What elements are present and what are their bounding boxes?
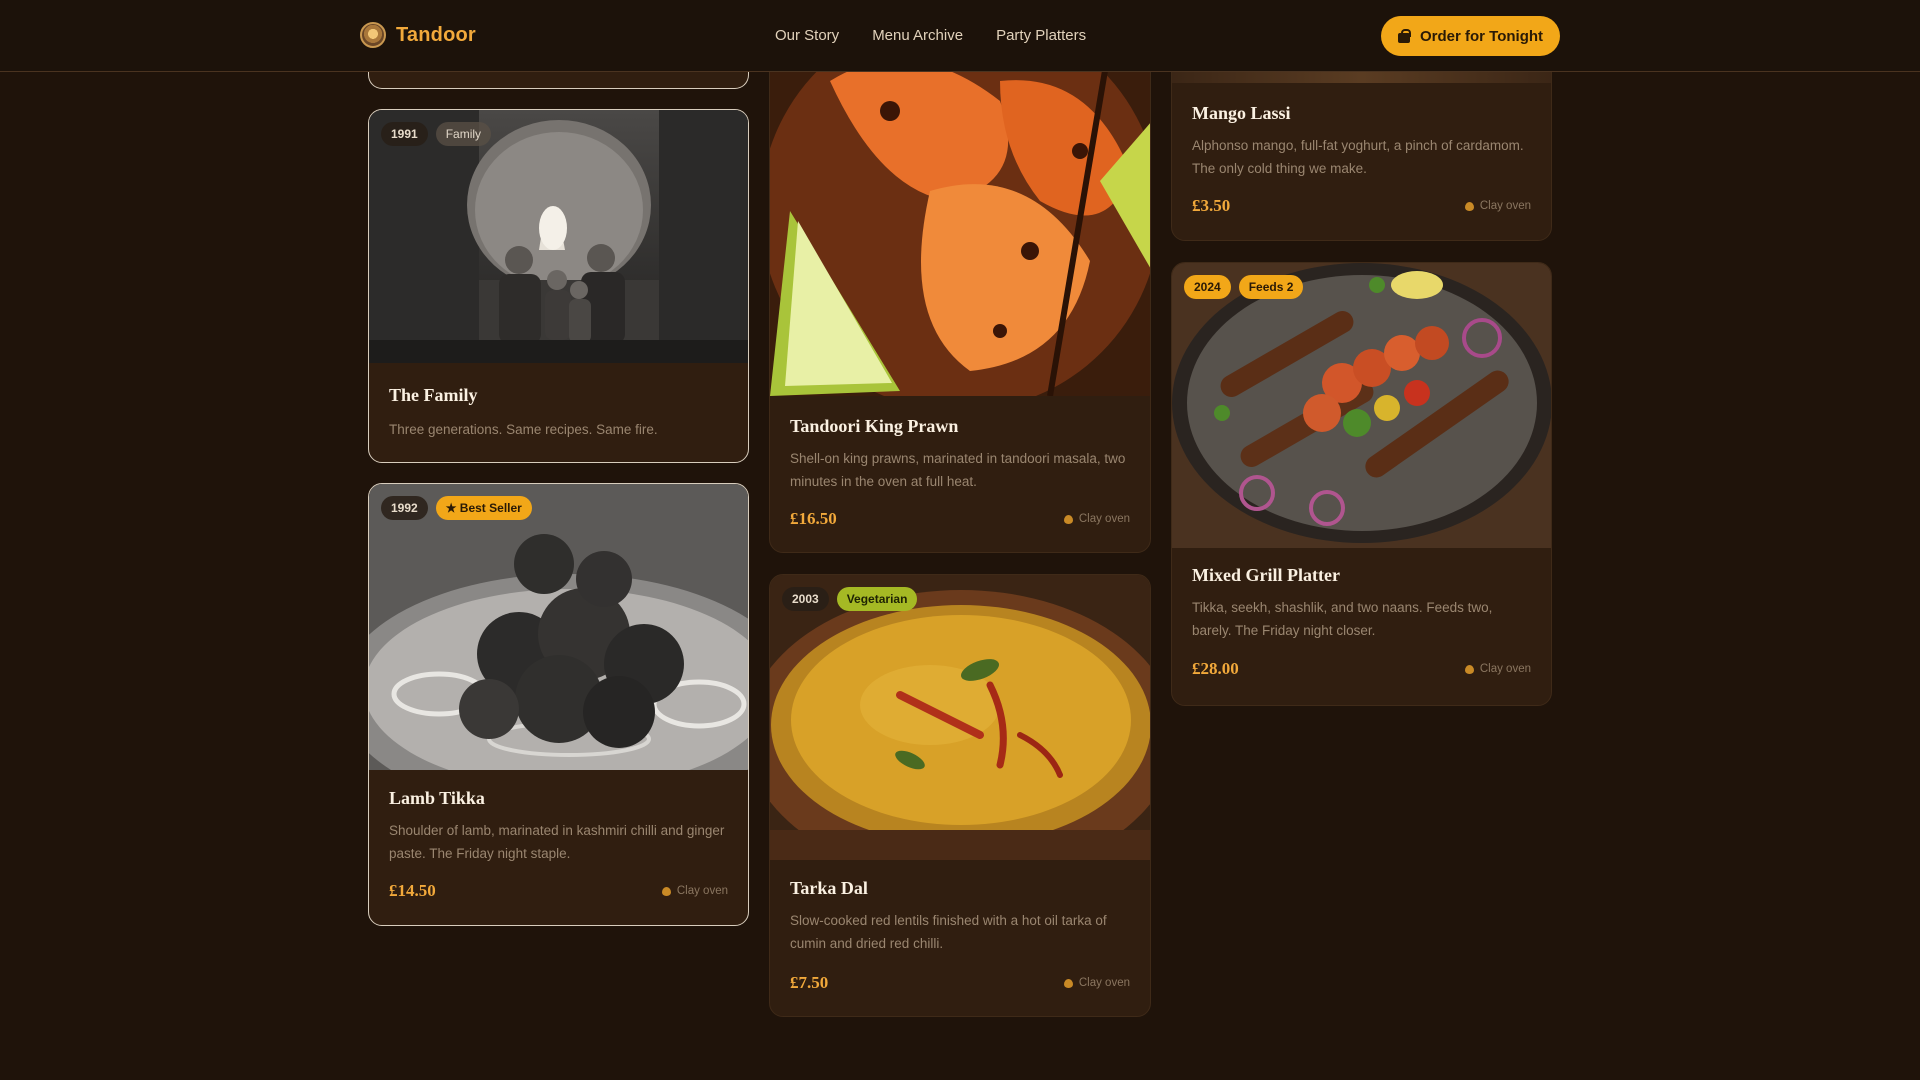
vegetarian-badge: Vegetarian (836, 587, 918, 611)
king-prawn-photo (770, 41, 1150, 396)
card-tandoori-king-prawn[interactable]: Tandoori King Prawn Shell-on king prawns… (769, 40, 1151, 553)
cooking-method: Clay oven (1464, 663, 1531, 675)
flame-icon (1464, 664, 1474, 674)
family-photo-illustration (369, 110, 748, 363)
card-body: Mango Lassi Alphonso mango, full-fat yog… (1192, 103, 1531, 180)
year-badge: 1991 (381, 122, 428, 146)
card-description: Tikka, seekh, shashlik, and two naans. F… (1192, 600, 1493, 638)
card-body: Tarka Dal Slow-cooked red lentils finish… (790, 878, 1130, 955)
card-description: Shell-on king prawns, marinated in tando… (790, 451, 1126, 489)
flame-icon (661, 886, 671, 896)
serving-size-badge: Feeds 2 (1238, 275, 1304, 299)
cooking-method-label: Clay oven (1479, 663, 1531, 675)
card-footer: £16.50 Clay oven (790, 509, 1130, 529)
main-nav: Our Story Menu Archive Party Platters (775, 27, 1086, 44)
mixed-grill-illustration (1172, 263, 1551, 548)
card-title: Lamb Tikka (389, 788, 485, 808)
card-title: The Family (389, 385, 478, 405)
card-tags: 1991 Family (381, 122, 492, 146)
family-photo (369, 110, 748, 363)
top-navigation-bar: Tandoor Our Story Menu Archive Party Pla… (0, 0, 1920, 72)
flame-icon (1063, 978, 1073, 988)
nav-our-story[interactable]: Our Story (775, 27, 839, 44)
brand-name: Tandoor (396, 23, 476, 46)
brand[interactable]: Tandoor (360, 22, 476, 48)
lamb-tikka-photo (369, 484, 748, 770)
card-description: Three generations. Same recipes. Same fi… (389, 422, 658, 437)
card-body: Tandoori King Prawn Shell-on king prawns… (790, 416, 1130, 493)
flame-icon (1063, 514, 1073, 524)
card-body: The Family Three generations. Same recip… (389, 385, 728, 441)
card-tags: 2024 Feeds 2 (1184, 275, 1304, 299)
card-tarka-dal[interactable]: 2003 Vegetarian Tarka Dal Slow-cooked re… (769, 574, 1151, 1017)
card-title: Tandoori King Prawn (790, 416, 959, 436)
tarka-dal-illustration (770, 575, 1150, 860)
card-the-family[interactable]: 1991 Family The Family Three generations… (368, 109, 749, 463)
cooking-method-label: Clay oven (1479, 200, 1531, 212)
card-tags: 2003 Vegetarian (782, 587, 918, 611)
price: £16.50 (790, 509, 837, 528)
year-badge: 2003 (782, 587, 829, 611)
cooking-method: Clay oven (1063, 977, 1130, 989)
cooking-method-label: Clay oven (1078, 977, 1130, 989)
card-body: Lamb Tikka Shoulder of lamb, marinated i… (389, 788, 728, 865)
card-lamb-tikka[interactable]: 1992 ★ Best Seller Lamb Tikka Shoulder o… (368, 483, 749, 926)
card-footer: £28.00 Clay oven (1192, 659, 1531, 679)
lamb-tikka-illustration (369, 484, 748, 770)
card-description: Slow-cooked red lentils finished with a … (790, 913, 1107, 951)
mixed-grill-photo (1172, 263, 1551, 548)
king-prawn-illustration (770, 41, 1150, 396)
category-badge: Family (435, 122, 492, 146)
price: £3.50 (1192, 196, 1231, 215)
year-badge: 2024 (1184, 275, 1231, 299)
flame-icon (1464, 201, 1474, 211)
nav-menu-archive[interactable]: Menu Archive (872, 27, 963, 44)
tarka-dal-photo (770, 575, 1150, 860)
card-title: Tarka Dal (790, 878, 868, 898)
card-body: Mixed Grill Platter Tikka, seekh, shashl… (1192, 565, 1531, 642)
card-description: Shoulder of lamb, marinated in kashmiri … (389, 823, 725, 861)
cooking-method: Clay oven (1464, 200, 1531, 212)
price: £7.50 (790, 973, 829, 992)
order-for-tonight-button[interactable]: Order for Tonight (1381, 16, 1560, 56)
price: £14.50 (389, 881, 436, 900)
card-description: Alphonso mango, full-fat yoghurt, a pinc… (1192, 138, 1524, 176)
price: £28.00 (1192, 659, 1239, 678)
card-tags: 1992 ★ Best Seller (381, 496, 532, 520)
tandoor-logo-icon (360, 22, 386, 48)
order-button-label: Order for Tonight (1419, 27, 1544, 45)
cooking-method: Clay oven (1063, 513, 1130, 525)
card-footer: £7.50 Clay oven (790, 973, 1130, 993)
cooking-method-label: Clay oven (676, 885, 728, 897)
best-seller-badge: ★ Best Seller (435, 496, 532, 520)
card-title: Mango Lassi (1192, 103, 1291, 123)
card-footer: £3.50 Clay oven (1192, 196, 1531, 216)
card-title: Mixed Grill Platter (1192, 565, 1340, 585)
card-footer: £14.50 Clay oven (389, 881, 728, 901)
card-mixed-grill-platter[interactable]: 2024 Feeds 2 Mixed Grill Platter Tikka, … (1171, 262, 1552, 706)
cooking-method-label: Clay oven (1078, 513, 1130, 525)
cooking-method: Clay oven (661, 885, 728, 897)
nav-party-platters[interactable]: Party Platters (996, 27, 1086, 44)
shopping-bag-icon (1397, 29, 1411, 43)
year-badge: 1992 (381, 496, 428, 520)
